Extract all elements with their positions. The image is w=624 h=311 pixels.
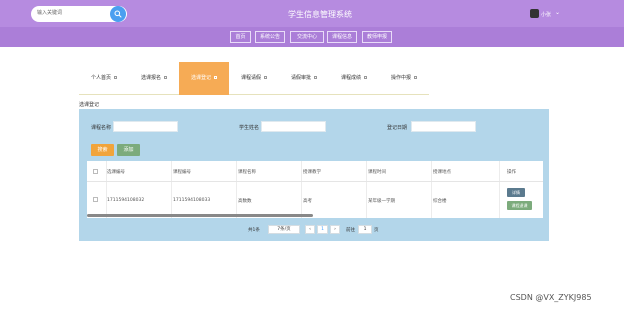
- course-name-input[interactable]: [113, 121, 178, 132]
- row-checkbox[interactable]: [93, 197, 98, 202]
- tab-enroll[interactable]: 选课报名: [129, 62, 179, 95]
- header-divider: [87, 181, 543, 182]
- search-icon: [114, 10, 122, 18]
- column-header: 授课教学: [303, 170, 321, 175]
- column-header: 操作: [507, 170, 516, 175]
- table-cell: 综合楼: [433, 199, 447, 204]
- tab-icon: [214, 76, 217, 79]
- search-submit-button[interactable]: 搜索: [91, 144, 114, 156]
- search-placeholder: 输入关键词: [37, 10, 63, 16]
- page-size-select[interactable]: 7条/页: [268, 225, 300, 234]
- table-cell: 1711594108033: [173, 198, 211, 203]
- tab-label: 课程成绩: [340, 75, 361, 81]
- top-header: 输入关键词 学生信息管理系统 小张 ⌄: [0, 0, 624, 27]
- table-cell: 高考: [303, 199, 312, 204]
- column-divider: [499, 161, 500, 218]
- tab-personal[interactable]: 个人首页: [79, 62, 129, 95]
- page-suffix: 页: [374, 228, 379, 233]
- tab-icon: [264, 76, 267, 79]
- user-name[interactable]: 小张: [541, 11, 551, 18]
- current-page-button[interactable]: 1: [317, 225, 328, 234]
- tab-label: 课程请假: [240, 75, 261, 81]
- login-time-input[interactable]: [411, 121, 476, 132]
- main-nav: 首页 系统公告 交流中心 课程信息 教师申报: [0, 27, 624, 47]
- tab-report[interactable]: 操作中报: [379, 62, 429, 95]
- column-divider: [171, 161, 172, 218]
- total-count: 共1条: [248, 228, 260, 233]
- tab-icon: [414, 76, 417, 79]
- next-page-button[interactable]: ›: [330, 225, 340, 234]
- column-header: 课程编号: [173, 170, 191, 175]
- detail-button[interactable]: 详情: [507, 188, 525, 197]
- tab-grades[interactable]: 课程成绩: [329, 62, 379, 95]
- drop-course-button[interactable]: 课程退课: [507, 201, 532, 210]
- select-all-checkbox[interactable]: [93, 169, 98, 174]
- system-title: 学生信息管理系统: [288, 10, 352, 19]
- student-name-label: 学生姓名: [239, 125, 260, 131]
- nav-item-notice[interactable]: 系统公告: [255, 31, 285, 43]
- column-divider: [431, 161, 432, 218]
- column-divider: [366, 161, 367, 218]
- tab-label: 选课登记: [190, 75, 211, 81]
- tab-label: 选课报名: [140, 75, 161, 81]
- tab-icon: [314, 76, 317, 79]
- tab-icon: [164, 76, 167, 79]
- table-cell: 高数数: [238, 199, 252, 204]
- column-header: 授课地点: [433, 170, 451, 175]
- nav-item-teacher[interactable]: 教师申报: [362, 31, 392, 43]
- tab-icon: [364, 76, 367, 79]
- watermark-text: CSDN @VX_ZYKJ985: [510, 293, 592, 302]
- tab-registration[interactable]: 选课登记: [179, 62, 229, 95]
- nav-item-home[interactable]: 首页: [230, 31, 251, 43]
- tab-label: 请假审批: [290, 75, 311, 81]
- table-cell: 某年级一学期: [368, 199, 395, 204]
- column-header: 选课编号: [107, 170, 125, 175]
- nav-item-courses[interactable]: 课程信息: [327, 31, 357, 43]
- search-button[interactable]: [110, 6, 126, 22]
- column-divider: [301, 161, 302, 218]
- column-divider: [236, 161, 237, 218]
- login-time-label: 登记日期: [387, 125, 408, 131]
- course-name-label: 课程名称: [91, 125, 112, 131]
- chevron-down-icon[interactable]: ⌄: [555, 9, 560, 16]
- prev-page-button[interactable]: ‹: [305, 225, 315, 234]
- tab-approval[interactable]: 请假审批: [279, 62, 329, 95]
- table-cell: 1711594108032: [107, 198, 145, 203]
- horizontal-scrollbar[interactable]: [87, 214, 313, 217]
- avatar[interactable]: [530, 9, 539, 18]
- tab-icon: [114, 76, 117, 79]
- column-header: 课程名称: [238, 170, 256, 175]
- tab-label: 操作中报: [390, 75, 411, 81]
- column-header: 课程时间: [368, 170, 386, 175]
- section-title: 选课登记: [79, 102, 100, 108]
- goto-page-input[interactable]: 1: [358, 225, 372, 234]
- tab-leave[interactable]: 课程请假: [229, 62, 279, 95]
- goto-label: 前往: [346, 228, 355, 233]
- tab-label: 个人首页: [90, 75, 111, 81]
- nav-item-forum[interactable]: 交流中心: [290, 31, 324, 43]
- data-table: 选课编号 课程编号 课程名称 授课教学 课程时间 授课地点 操作 1711594…: [87, 161, 543, 218]
- student-name-input[interactable]: [261, 121, 326, 132]
- add-button[interactable]: 添加: [117, 144, 140, 156]
